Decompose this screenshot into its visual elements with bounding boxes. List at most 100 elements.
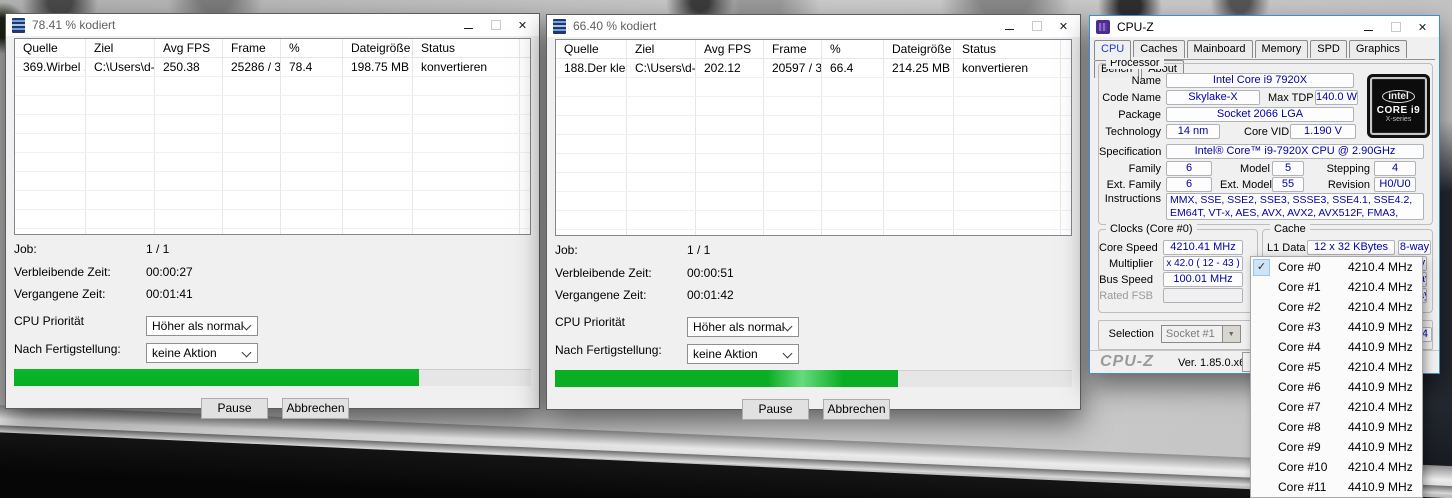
check-icon xyxy=(1254,440,1269,455)
instructions-label: Instructions xyxy=(1104,193,1161,205)
cell-percent: 78.4 xyxy=(281,58,343,76)
elapsed-time-value: 00:01:42 xyxy=(687,288,734,302)
maximize-button[interactable] xyxy=(1382,16,1409,38)
core-label: Core #3 xyxy=(1278,320,1321,334)
multiplier-field: x 42.0 ( 12 - 43 ) xyxy=(1163,256,1243,271)
family-label: Family xyxy=(1128,162,1161,175)
minimize-icon xyxy=(1364,29,1373,31)
tab-spd[interactable]: SPD xyxy=(1310,40,1347,58)
ext-model-field: 55 xyxy=(1272,177,1304,192)
core-speed-label: Core Speed xyxy=(1099,241,1158,254)
col-quelle[interactable]: Quelle xyxy=(15,39,86,57)
col-dateigroesse[interactable]: Dateigröße xyxy=(343,39,413,57)
clocks-legend: Clocks (Core #0) xyxy=(1106,223,1197,235)
cancel-button[interactable]: Abbrechen xyxy=(823,399,890,420)
table-row[interactable]: 188.Der klei... C:\Users\d-... 202.12 20… xyxy=(556,59,1071,78)
menu-item-core-4[interactable]: Core #4 4410.9 MHz xyxy=(1251,337,1422,357)
chevron-down-icon xyxy=(241,347,252,358)
specification-field: Intel® Core™ i9-7920X CPU @ 2.90GHz xyxy=(1166,144,1424,159)
window-body: Quelle Ziel Avg FPS Frame % Dateigröße S… xyxy=(547,37,1080,420)
minimize-button[interactable] xyxy=(996,15,1023,37)
col-percent[interactable]: % xyxy=(281,39,343,57)
cpu-priority-select[interactable]: Höher als normal xyxy=(146,316,258,336)
minimize-button[interactable] xyxy=(1355,16,1382,38)
technology-row: Technology 14 nm Core VID 1.190 V xyxy=(1099,124,1432,139)
col-ziel[interactable]: Ziel xyxy=(86,39,155,57)
menu-item-core-6[interactable]: Core #6 4410.9 MHz xyxy=(1251,377,1422,397)
menu-item-core-2[interactable]: Core #2 4210.4 MHz xyxy=(1251,297,1422,317)
name-row: Name Intel Core i9 7920X xyxy=(1099,73,1432,88)
after-finish-label: Nach Fertigstellung: xyxy=(555,343,662,357)
col-ziel[interactable]: Ziel xyxy=(627,40,696,58)
col-status[interactable]: Status xyxy=(413,39,520,57)
cancel-button[interactable]: Abbrechen xyxy=(282,398,349,419)
l1-data-label: L1 Data xyxy=(1267,241,1306,254)
cell-ziel: C:\Users\d-... xyxy=(86,58,155,76)
pause-button[interactable]: Pause xyxy=(201,398,268,419)
progress-bar xyxy=(555,370,1072,387)
col-percent[interactable]: % xyxy=(822,40,884,58)
window-controls xyxy=(1355,16,1436,38)
tab-cpu[interactable]: CPU xyxy=(1094,40,1132,60)
menu-item-core-5[interactable]: Core #5 4210.4 MHz xyxy=(1251,357,1422,377)
after-finish-select[interactable]: keine Aktion xyxy=(146,343,258,363)
tab-memory[interactable]: Memory xyxy=(1254,40,1309,58)
menu-item-core-10[interactable]: Core #10 4210.4 MHz xyxy=(1251,457,1422,477)
after-finish-select[interactable]: keine Aktion xyxy=(687,344,799,364)
col-avgfps[interactable]: Avg FPS xyxy=(696,40,764,58)
bus-speed-field: 100.01 MHz xyxy=(1163,272,1243,287)
col-frame[interactable]: Frame xyxy=(764,40,822,58)
core-frequency: 4210.4 MHz xyxy=(1348,460,1413,474)
cpu-name-field: Intel Core i9 7920X xyxy=(1166,73,1354,88)
table-empty-rows xyxy=(556,78,1071,235)
menu-item-core-8[interactable]: Core #8 4410.9 MHz xyxy=(1251,417,1422,437)
window-controls xyxy=(996,15,1077,37)
menu-item-core-3[interactable]: Core #3 4410.9 MHz xyxy=(1251,317,1422,337)
cpu-priority-select[interactable]: Höher als normal xyxy=(687,317,799,337)
close-button[interactable] xyxy=(1050,15,1077,37)
titlebar[interactable]: 78.41 % kodiert xyxy=(6,14,539,36)
close-button[interactable] xyxy=(1409,16,1436,38)
menu-item-core-0[interactable]: ✓ Core #0 4210.4 MHz xyxy=(1251,257,1422,277)
maximize-icon xyxy=(1031,21,1042,31)
core-label: Core #2 xyxy=(1278,300,1321,314)
tab-caches[interactable]: Caches xyxy=(1133,40,1185,58)
technology-label: Technology xyxy=(1105,125,1161,138)
remaining-time-label: Verbleibende Zeit: xyxy=(555,266,652,280)
close-button[interactable] xyxy=(509,14,536,36)
check-icon xyxy=(1254,460,1269,475)
remaining-time-value: 00:00:27 xyxy=(146,265,193,279)
pause-button[interactable]: Pause xyxy=(742,399,809,420)
col-avgfps[interactable]: Avg FPS xyxy=(155,39,223,57)
package-field: Socket 2066 LGA xyxy=(1166,107,1354,122)
table-row[interactable]: 369.Wirbel ... C:\Users\d-... 250.38 252… xyxy=(15,58,530,77)
minimize-button[interactable] xyxy=(455,14,482,36)
socket-select[interactable]: Socket #1 xyxy=(1160,325,1241,343)
l1-data-way-field: 8-way xyxy=(1398,240,1431,255)
job-label: Job: xyxy=(14,242,37,256)
rated-fsb-label: Rated FSB xyxy=(1099,289,1153,302)
tab-mainboard[interactable]: Mainboard xyxy=(1186,40,1253,58)
titlebar[interactable]: 66.40 % kodiert xyxy=(547,15,1080,37)
job-table: Quelle Ziel Avg FPS Frame % Dateigröße S… xyxy=(555,39,1072,236)
maximize-button[interactable] xyxy=(1023,15,1050,37)
dropdown-arrow-icon xyxy=(1221,326,1240,342)
col-frame[interactable]: Frame xyxy=(223,39,281,57)
tab-graphics[interactable]: Graphics xyxy=(1348,40,1407,58)
check-icon xyxy=(1254,320,1269,335)
core-label: Core #5 xyxy=(1278,360,1321,374)
version-text: Ver. 1.85.0.x64 xyxy=(1178,357,1252,369)
menu-item-core-9[interactable]: Core #9 4410.9 MHz xyxy=(1251,437,1422,457)
window-title: 66.40 % kodiert xyxy=(573,19,657,33)
maximize-button[interactable] xyxy=(482,14,509,36)
after-finish-label: Nach Fertigstellung: xyxy=(14,342,121,356)
menu-item-core-7[interactable]: Core #7 4210.4 MHz xyxy=(1251,397,1422,417)
menu-item-core-11[interactable]: Core #11 4410.9 MHz xyxy=(1251,477,1422,497)
col-dateigroesse[interactable]: Dateigröße xyxy=(884,40,954,58)
name-label: Name xyxy=(1131,74,1161,87)
col-status[interactable]: Status xyxy=(954,40,1061,58)
col-filler xyxy=(1061,40,1071,58)
titlebar[interactable]: CPU-Z xyxy=(1090,16,1439,37)
menu-item-core-1[interactable]: Core #1 4210.4 MHz xyxy=(1251,277,1422,297)
col-quelle[interactable]: Quelle xyxy=(556,40,627,58)
